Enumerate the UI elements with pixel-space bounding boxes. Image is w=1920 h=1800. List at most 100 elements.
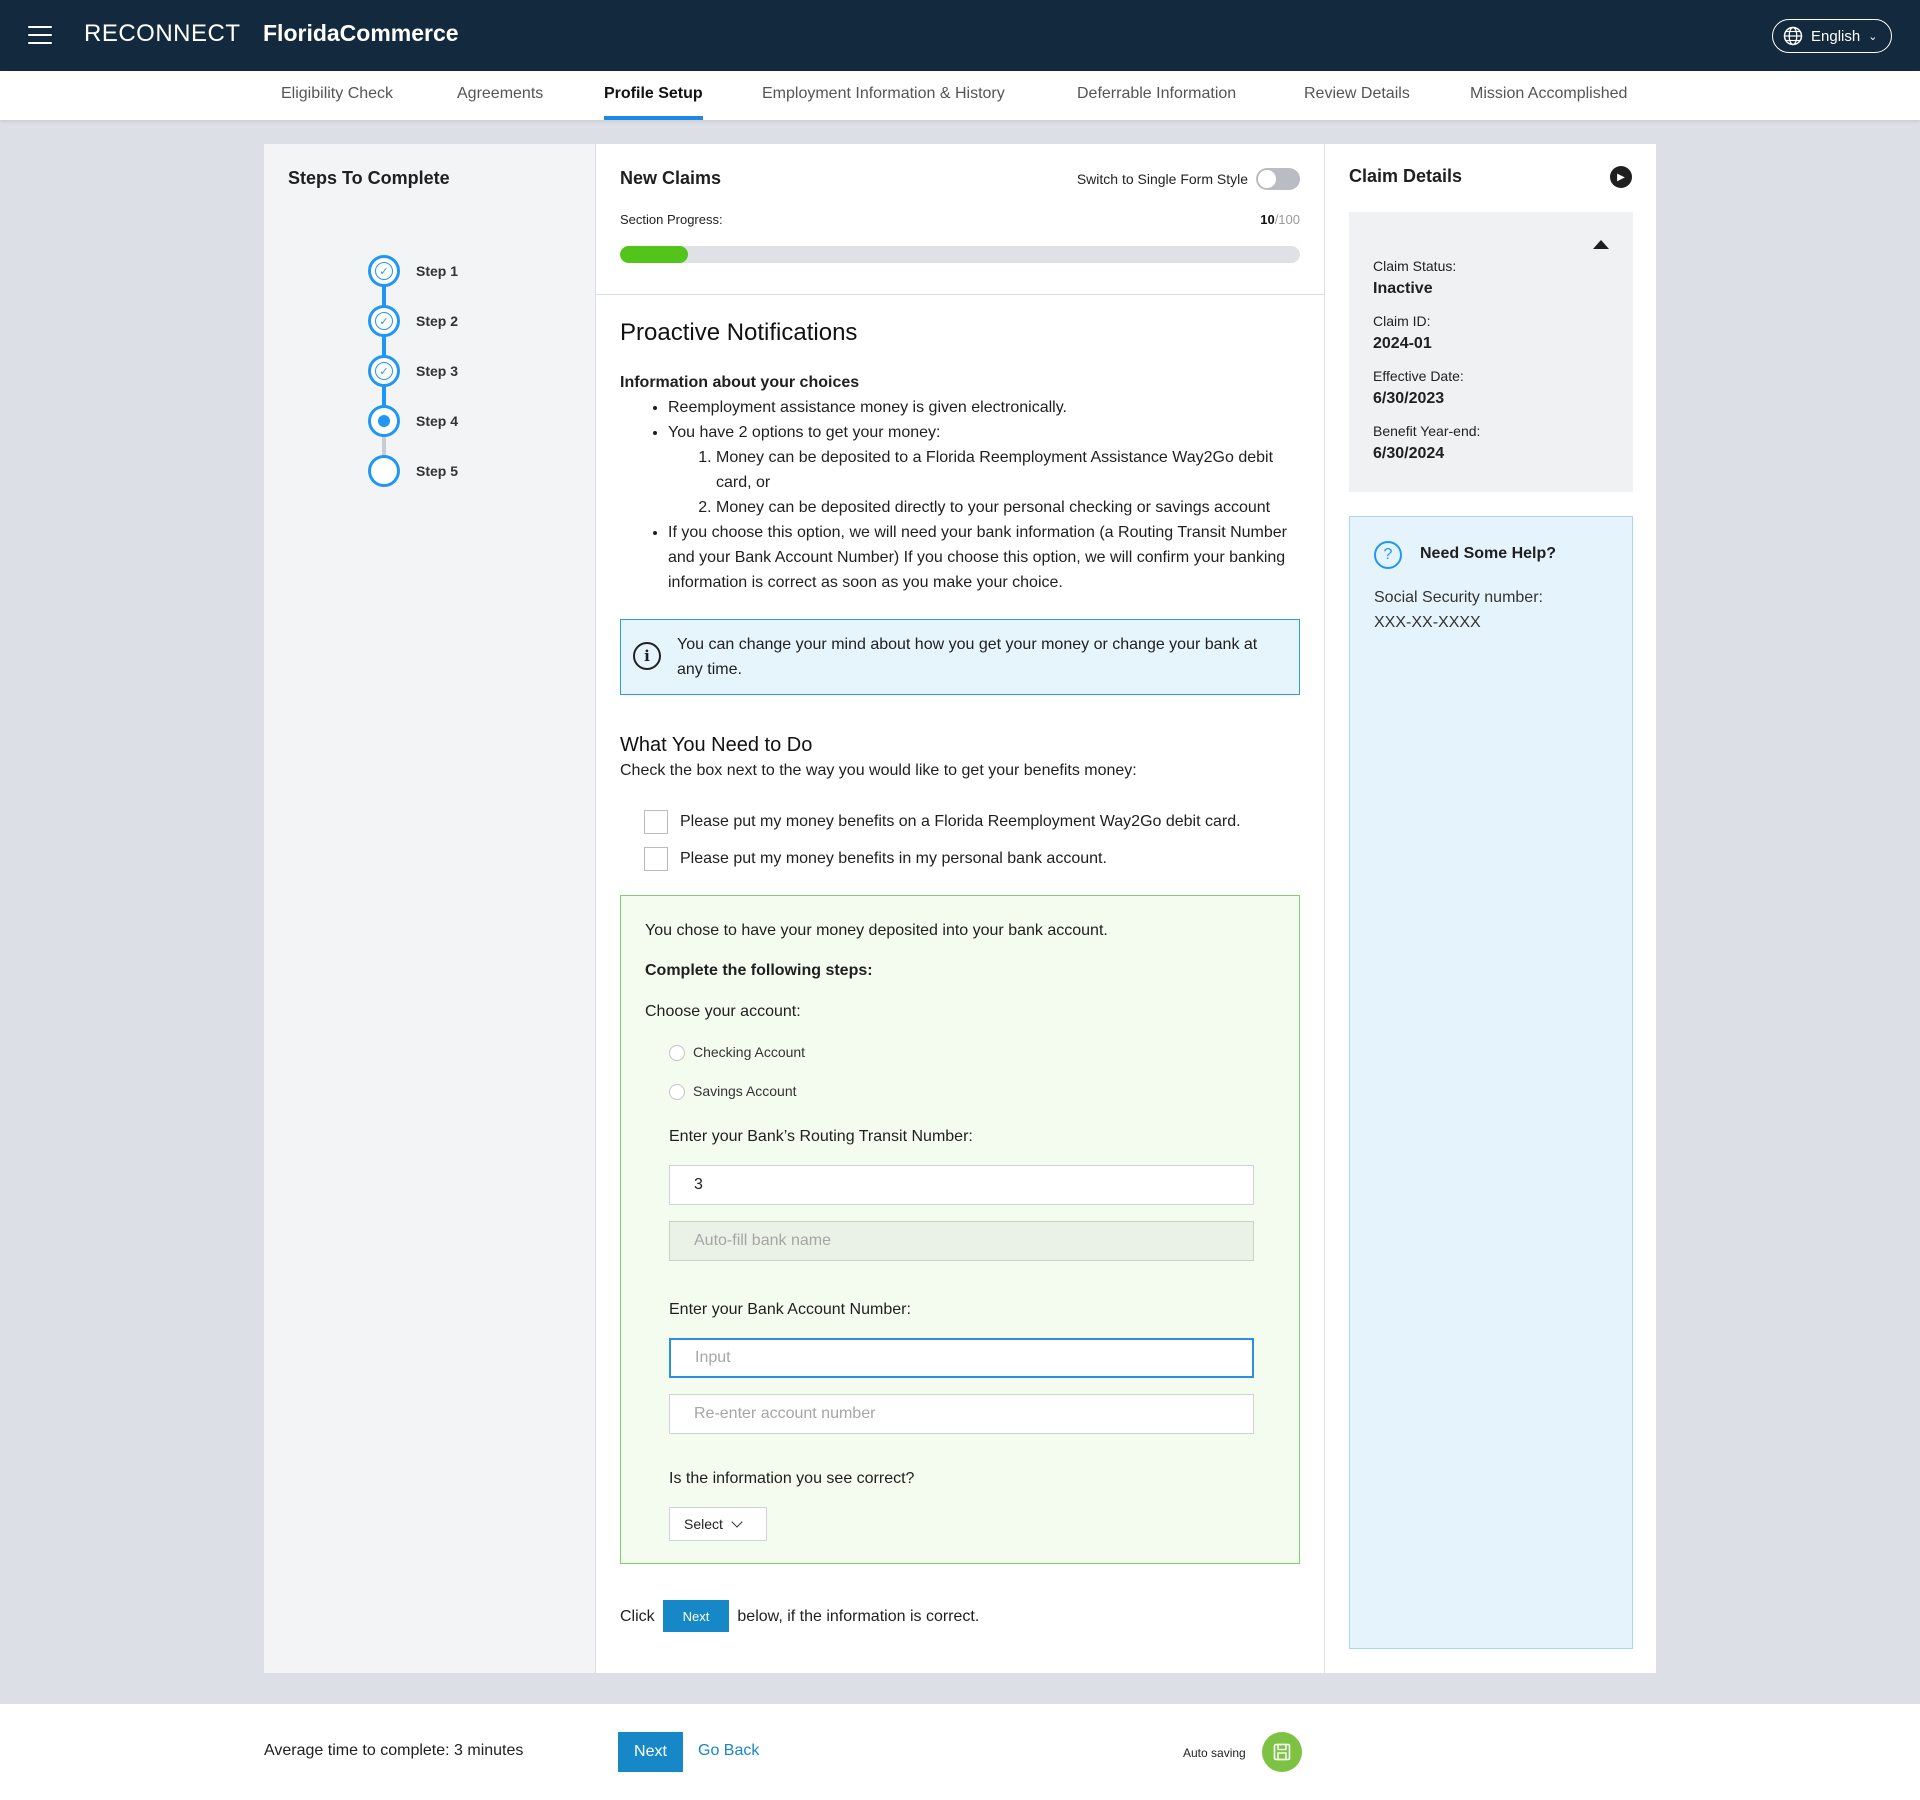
radio-label: Checking Account	[693, 1044, 806, 1060]
savings-account-option[interactable]: Savings Account	[669, 1079, 1275, 1104]
info-icon: i	[633, 642, 661, 670]
complete-steps-text: Complete the following steps:	[645, 962, 873, 979]
go-back-link[interactable]: Go Back	[698, 1742, 759, 1760]
chevron-down-icon	[731, 1516, 743, 1528]
form-header: New Claims Switch to Single Form Style S…	[620, 168, 1300, 263]
steps-title: Steps To Complete	[288, 168, 450, 188]
tab-agreements[interactable]: Agreements	[457, 71, 543, 120]
steps-panel: Steps To Complete ✓ Step 1 ✓ Step 2 ✓ St…	[264, 144, 595, 1673]
benefit-year-end: Benefit Year-end: 6/30/2024	[1373, 423, 1481, 462]
progress-label: Section Progress:	[620, 212, 723, 227]
checkbox-label: Please put my money benefits in my perso…	[680, 850, 1107, 867]
list-item: Money can be deposited directly to your …	[716, 495, 1300, 520]
collapse-up-icon[interactable]	[1593, 240, 1609, 249]
step-label: Step 2	[416, 313, 459, 329]
info-callout: i You can change your mind about how you…	[620, 619, 1300, 695]
select-label: Select	[684, 1515, 723, 1532]
help-text: Social Security number: XXX-XX-XXXX	[1374, 589, 1543, 631]
claim-details-title: Claim Details	[1349, 166, 1463, 186]
brand-name: FloridaCommerce	[263, 20, 459, 46]
bank-deposit-panel: You chose to have your money deposited i…	[620, 895, 1300, 1564]
section-title: Proactive Notifications	[620, 319, 858, 346]
chose-text: You chose to have your money deposited i…	[645, 922, 1108, 939]
top-bar: RECONNECT FloridaCommerce English ⌄	[0, 0, 1920, 71]
language-selector[interactable]: English ⌄	[1772, 19, 1892, 53]
claim-details-panel: Claim Details ▶ Claim Status: Inactive C…	[1325, 144, 1656, 1673]
tab-mission-accomplished[interactable]: Mission Accomplished	[1470, 71, 1627, 120]
progress-fill	[620, 246, 688, 263]
help-question-icon: ?	[1374, 541, 1402, 569]
confirm-info-label: Is the information you see correct?	[669, 1470, 915, 1487]
options-list: Money can be deposited to a Florida Reem…	[716, 445, 1300, 520]
tab-employment-information[interactable]: Employment Information & History	[762, 71, 1005, 120]
chevron-right-icon[interactable]: ▶	[1610, 166, 1632, 188]
savings-account-radio[interactable]	[669, 1083, 685, 1100]
bank-name-field	[669, 1221, 1254, 1261]
step-label: Step 3	[416, 363, 459, 379]
what-you-need-subtitle: Check the box next to the way you would …	[620, 762, 1137, 779]
tab-review-details[interactable]: Review Details	[1304, 71, 1410, 120]
debit-card-checkbox[interactable]	[644, 809, 668, 834]
footer-bar: Average time to complete: 3 minutes Next…	[0, 1704, 1920, 1800]
click-next-instruction: Click Next below, if the information is …	[620, 1600, 1300, 1632]
form-content: Proactive Notifications Information abou…	[620, 320, 1300, 1632]
bank-account-option[interactable]: Please put my money benefits in my perso…	[644, 846, 1300, 871]
claim-id: Claim ID: 2024-01	[1373, 313, 1432, 352]
single-form-toggle[interactable]	[1256, 168, 1300, 190]
radio-label: Savings Account	[693, 1083, 797, 1099]
account-number-input[interactable]	[669, 1338, 1254, 1378]
debit-card-option[interactable]: Please put my money benefits on a Florid…	[644, 809, 1300, 834]
form-panel: New Claims Switch to Single Form Style S…	[596, 144, 1324, 1673]
check-icon: ✓	[375, 312, 393, 330]
inline-next-button[interactable]: Next	[662, 1600, 730, 1632]
menu-icon[interactable]	[28, 26, 52, 46]
switch-label: Switch to Single Form Style	[1076, 171, 1248, 187]
choose-account-label: Choose your account:	[645, 1003, 801, 1020]
info-callout-text: You can change your mind about how you g…	[677, 636, 1258, 678]
routing-number-label: Enter your Bank’s Routing Transit Number…	[669, 1128, 973, 1145]
what-you-need-title: What You Need to Do	[620, 734, 813, 756]
confirm-info-select[interactable]: Select	[669, 1507, 767, 1541]
step-label: Step 1	[416, 263, 459, 279]
check-icon: ✓	[375, 262, 393, 280]
bank-fields: Enter your Bank’s Routing Transit Number…	[669, 1124, 1275, 1541]
reconnect-logo: RECONNECT	[84, 20, 241, 47]
list-item: Reemployment assistance money is given e…	[668, 395, 1300, 420]
next-button[interactable]: Next	[618, 1732, 683, 1772]
auto-saving-label: Auto saving	[1183, 1746, 1246, 1760]
stepper: ✓ Step 1 ✓ Step 2 ✓ Step 3 Step 4 Step 5	[368, 246, 458, 496]
tab-profile-setup[interactable]: Profile Setup	[604, 71, 703, 120]
divider	[596, 294, 1324, 295]
reenter-account-number-input[interactable]	[669, 1394, 1254, 1434]
claim-status: Claim Status: Inactive	[1373, 258, 1457, 297]
info-list: Reemployment assistance money is given e…	[668, 395, 1300, 595]
check-icon: ✓	[375, 362, 393, 380]
effective-date: Effective Date: 6/30/2023	[1373, 368, 1464, 407]
step-label: Step 4	[416, 413, 459, 429]
account-number-label: Enter your Bank Account Number:	[669, 1301, 911, 1318]
routing-number-input[interactable]	[669, 1165, 1254, 1205]
list-item: If you choose this option, we will need …	[668, 520, 1300, 595]
average-time-text: Average time to complete: 3 minutes	[264, 1742, 524, 1759]
chevron-down-icon: ⌄	[1868, 30, 1878, 43]
checkbox-label: Please put my money benefits on a Florid…	[680, 813, 1241, 830]
current-step-dot-icon	[378, 415, 390, 427]
tab-deferrable-information[interactable]: Deferrable Information	[1077, 71, 1236, 120]
single-form-switch: Switch to Single Form Style	[1077, 168, 1300, 190]
stepper-line-complete	[382, 271, 386, 421]
globe-icon	[1783, 26, 1803, 46]
step-tabs: Eligibility Check Agreements Profile Set…	[0, 71, 1920, 120]
progress-bar	[620, 246, 1300, 263]
checking-account-option[interactable]: Checking Account	[669, 1040, 1275, 1065]
save-icon	[1262, 1732, 1302, 1772]
help-card: ? Need Some Help? Social Security number…	[1349, 516, 1633, 1649]
tab-eligibility-check[interactable]: Eligibility Check	[281, 71, 393, 120]
list-item: You have 2 options to get your money: Mo…	[668, 420, 1300, 520]
list-item: Money can be deposited to a Florida Reem…	[716, 445, 1300, 495]
claim-details-card: Claim Status: Inactive Claim ID: 2024-01…	[1349, 212, 1633, 492]
progress-value: 10/100	[1260, 212, 1300, 227]
bank-account-checkbox[interactable]	[644, 846, 668, 871]
info-heading: Information about your choices	[620, 374, 860, 391]
checking-account-radio[interactable]	[669, 1044, 685, 1061]
language-label: English	[1811, 27, 1861, 45]
